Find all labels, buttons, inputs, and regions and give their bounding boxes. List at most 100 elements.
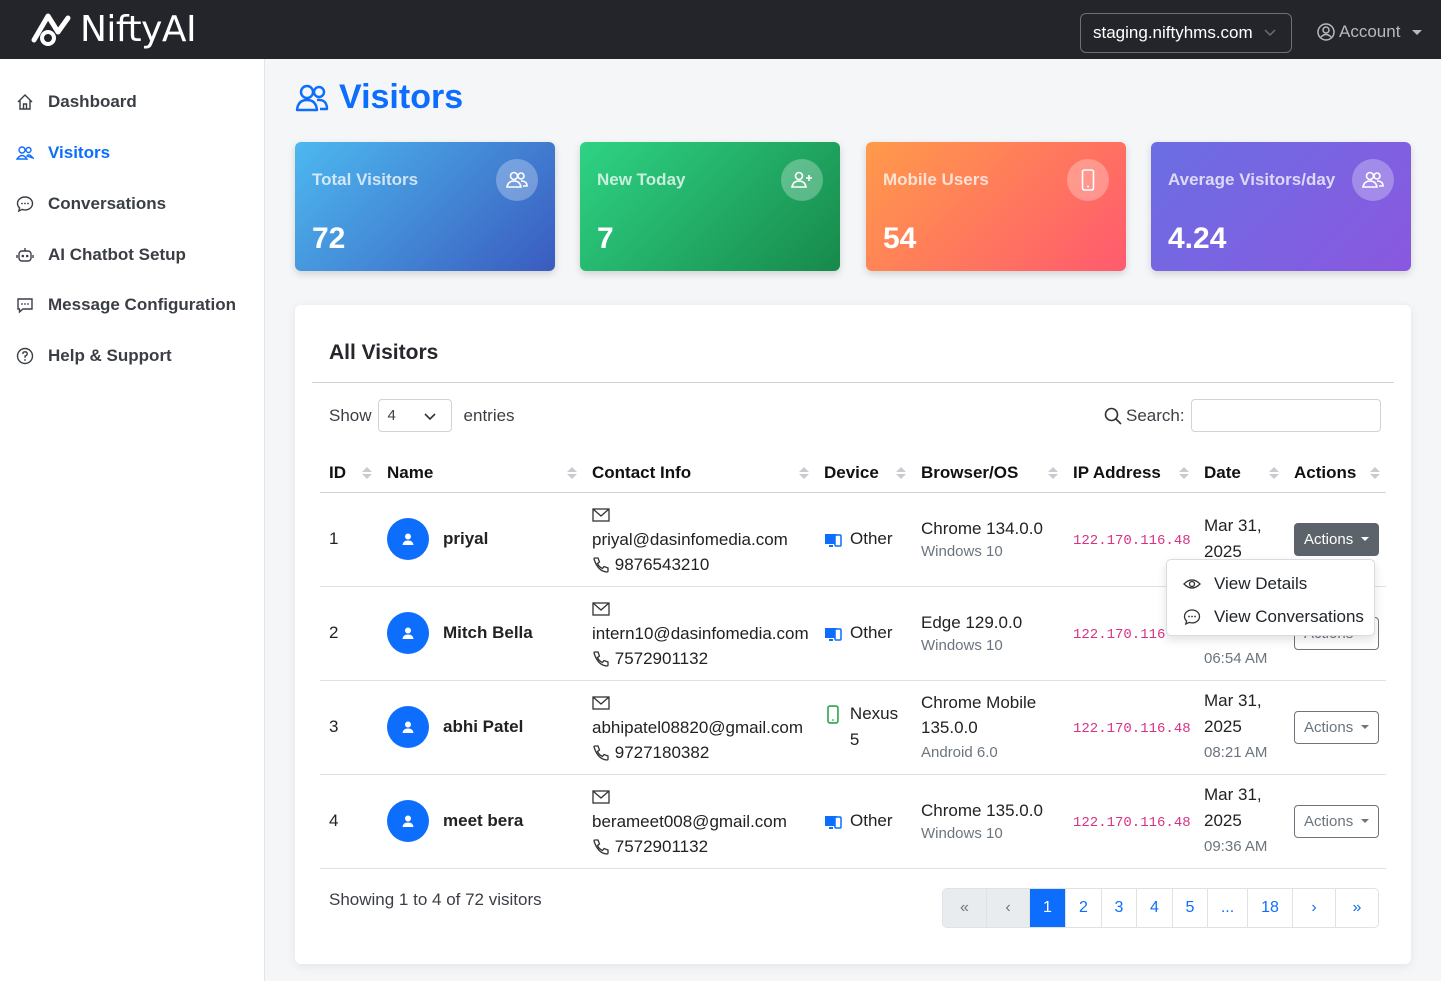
logo[interactable]: NiftyAI xyxy=(28,10,197,50)
menu-item-view-details[interactable]: View Details xyxy=(1183,574,1307,594)
actions-dropdown-button[interactable]: Actions xyxy=(1294,804,1380,838)
cell-device: Nexus 5 xyxy=(815,680,912,775)
visit-time: 06:54 AM xyxy=(1204,650,1268,667)
column-header-browser-os[interactable]: Browser/OS xyxy=(912,455,1064,493)
pagination: « ‹ 1 2 3 4 5 ... 18 › » xyxy=(942,888,1379,928)
user-circle-icon xyxy=(1317,23,1335,41)
device-name: Other xyxy=(850,623,893,642)
column-header-device[interactable]: Device xyxy=(815,455,912,493)
column-header-ip-address[interactable]: IP Address xyxy=(1064,455,1195,493)
page-button-18[interactable]: 18 xyxy=(1248,889,1293,927)
sidebar-item-label: Conversations xyxy=(48,194,167,213)
cell-name: Mitch Bella xyxy=(378,586,583,681)
chevron-down-icon xyxy=(1264,29,1276,37)
phone-icon xyxy=(593,745,609,761)
home-icon xyxy=(17,94,33,110)
ip-address: 122.170.116.48 xyxy=(1073,721,1191,737)
menu-item-label: View Details xyxy=(1214,574,1308,593)
panel-title: All Visitors xyxy=(329,341,439,364)
domain-select-value: staging.niftyhms.com xyxy=(1093,23,1253,42)
page-first-button[interactable]: « xyxy=(943,889,987,927)
os-name: Android 6.0 xyxy=(921,743,998,761)
page-length-select[interactable]: 4 xyxy=(377,399,452,432)
os-name: Windows 10 xyxy=(921,542,1003,560)
page-button-1[interactable]: 1 xyxy=(1030,889,1066,927)
users-icon xyxy=(496,159,538,201)
visit-date: Mar 31, 2025 xyxy=(1204,785,1262,830)
table-row: 3 abhi Patel abhipatel08820@gmail.com 97… xyxy=(320,680,1386,775)
page-title: Visitors xyxy=(295,78,463,117)
page-title-text: Visitors xyxy=(339,78,464,116)
cell-id: 2 xyxy=(320,586,378,681)
cell-date: Mar 31, 2025 09:36 AM xyxy=(1195,774,1285,869)
question-circle-icon xyxy=(16,347,34,365)
contact-phone: 7572901132 xyxy=(614,648,709,668)
visit-date: Mar 31, 2025 xyxy=(1204,691,1262,736)
cell-ip: 122.170.116.48 xyxy=(1064,774,1195,869)
cell-browser-os: Edge 129.0.0 Windows 10 xyxy=(912,586,1064,681)
device-name: Other xyxy=(850,529,893,548)
sidebar-item-label: Help & Support xyxy=(48,346,172,365)
sidebar-item-help-support[interactable]: Help & Support xyxy=(16,346,172,366)
domain-select[interactable]: staging.niftyhms.com xyxy=(1080,13,1292,53)
page-next-button[interactable]: › xyxy=(1293,889,1336,927)
device-name: Nexus 5 xyxy=(849,704,899,749)
actions-dropdown-button[interactable]: Actions xyxy=(1294,522,1380,556)
account-menu[interactable]: Account xyxy=(1317,22,1423,42)
contact-email: intern10@dasinfomedia.com xyxy=(592,623,809,643)
sidebar-item-dashboard[interactable]: Dashboard xyxy=(16,92,137,112)
column-header-name[interactable]: Name xyxy=(378,455,583,493)
avatar xyxy=(387,800,429,842)
sidebar-item-conversations[interactable]: Conversations xyxy=(16,194,166,214)
contact-email: priyal@dasinfomedia.com xyxy=(592,529,788,549)
actions-dropdown-menu: View Details View Conversations xyxy=(1166,559,1375,636)
column-header-actions[interactable]: Actions xyxy=(1285,455,1386,493)
page-button-3[interactable]: 3 xyxy=(1102,889,1137,927)
desktop-mobile-icon xyxy=(825,816,842,829)
cell-id: 3 xyxy=(320,680,378,775)
stat-value: 72 xyxy=(312,222,346,255)
page-button-2[interactable]: 2 xyxy=(1066,889,1102,927)
page-button-4[interactable]: 4 xyxy=(1137,889,1173,927)
sort-icon xyxy=(799,467,809,479)
stat-label: Total Visitors xyxy=(312,170,419,189)
search-input[interactable] xyxy=(1190,399,1381,432)
envelope-icon xyxy=(592,790,610,804)
visitor-name: abhi Patel xyxy=(443,717,524,736)
stat-label: New Today xyxy=(597,170,686,189)
sort-icon xyxy=(1269,467,1279,479)
contact-phone: 7572901132 xyxy=(614,836,709,856)
avatar xyxy=(387,612,429,654)
contact-phone: 9876543210 xyxy=(614,554,710,574)
menu-item-label: View Conversations xyxy=(1214,607,1364,626)
mobile-icon xyxy=(827,705,839,724)
contact-email: abhipatel08820@gmail.com xyxy=(592,717,803,737)
page-button-5[interactable]: 5 xyxy=(1173,889,1208,927)
actions-dropdown-button[interactable]: Actions xyxy=(1294,710,1380,744)
menu-item-view-conversations[interactable]: View Conversations xyxy=(1183,607,1364,627)
sidebar-item-message-configuration[interactable]: Message Configuration xyxy=(16,295,236,315)
stat-value: 7 xyxy=(597,222,614,255)
sidebar-item-label: Message Configuration xyxy=(48,295,236,314)
user-icon xyxy=(402,627,414,639)
search-label: Search: xyxy=(1126,405,1185,425)
user-icon xyxy=(402,533,414,545)
user-icon xyxy=(402,721,414,733)
search-control: Search: xyxy=(1104,399,1381,432)
sidebar-item-ai-chatbot-setup[interactable]: AI Chatbot Setup xyxy=(16,245,186,265)
top-navbar: NiftyAI staging.niftyhms.com Account xyxy=(0,0,1441,59)
browser-name: Chrome 134.0.0 xyxy=(921,518,1043,538)
sidebar-item-visitors[interactable]: Visitors xyxy=(16,143,110,163)
column-header-id[interactable]: ID xyxy=(320,455,378,493)
column-header-date[interactable]: Date xyxy=(1195,455,1285,493)
page-prev-button[interactable]: ‹ xyxy=(987,889,1030,927)
sidebar: Dashboard Visitors Conversations AI Chat… xyxy=(0,59,265,981)
column-header-contact-info[interactable]: Contact Info xyxy=(583,455,815,493)
envelope-icon xyxy=(592,696,610,710)
page-last-button[interactable]: » xyxy=(1336,889,1378,927)
account-label: Account xyxy=(1339,22,1401,41)
sort-icon xyxy=(896,467,906,479)
users-icon xyxy=(16,146,34,160)
cell-browser-os: Chrome Mobile 135.0.0 Android 6.0 xyxy=(912,680,1064,775)
cell-device: Other xyxy=(815,586,912,681)
